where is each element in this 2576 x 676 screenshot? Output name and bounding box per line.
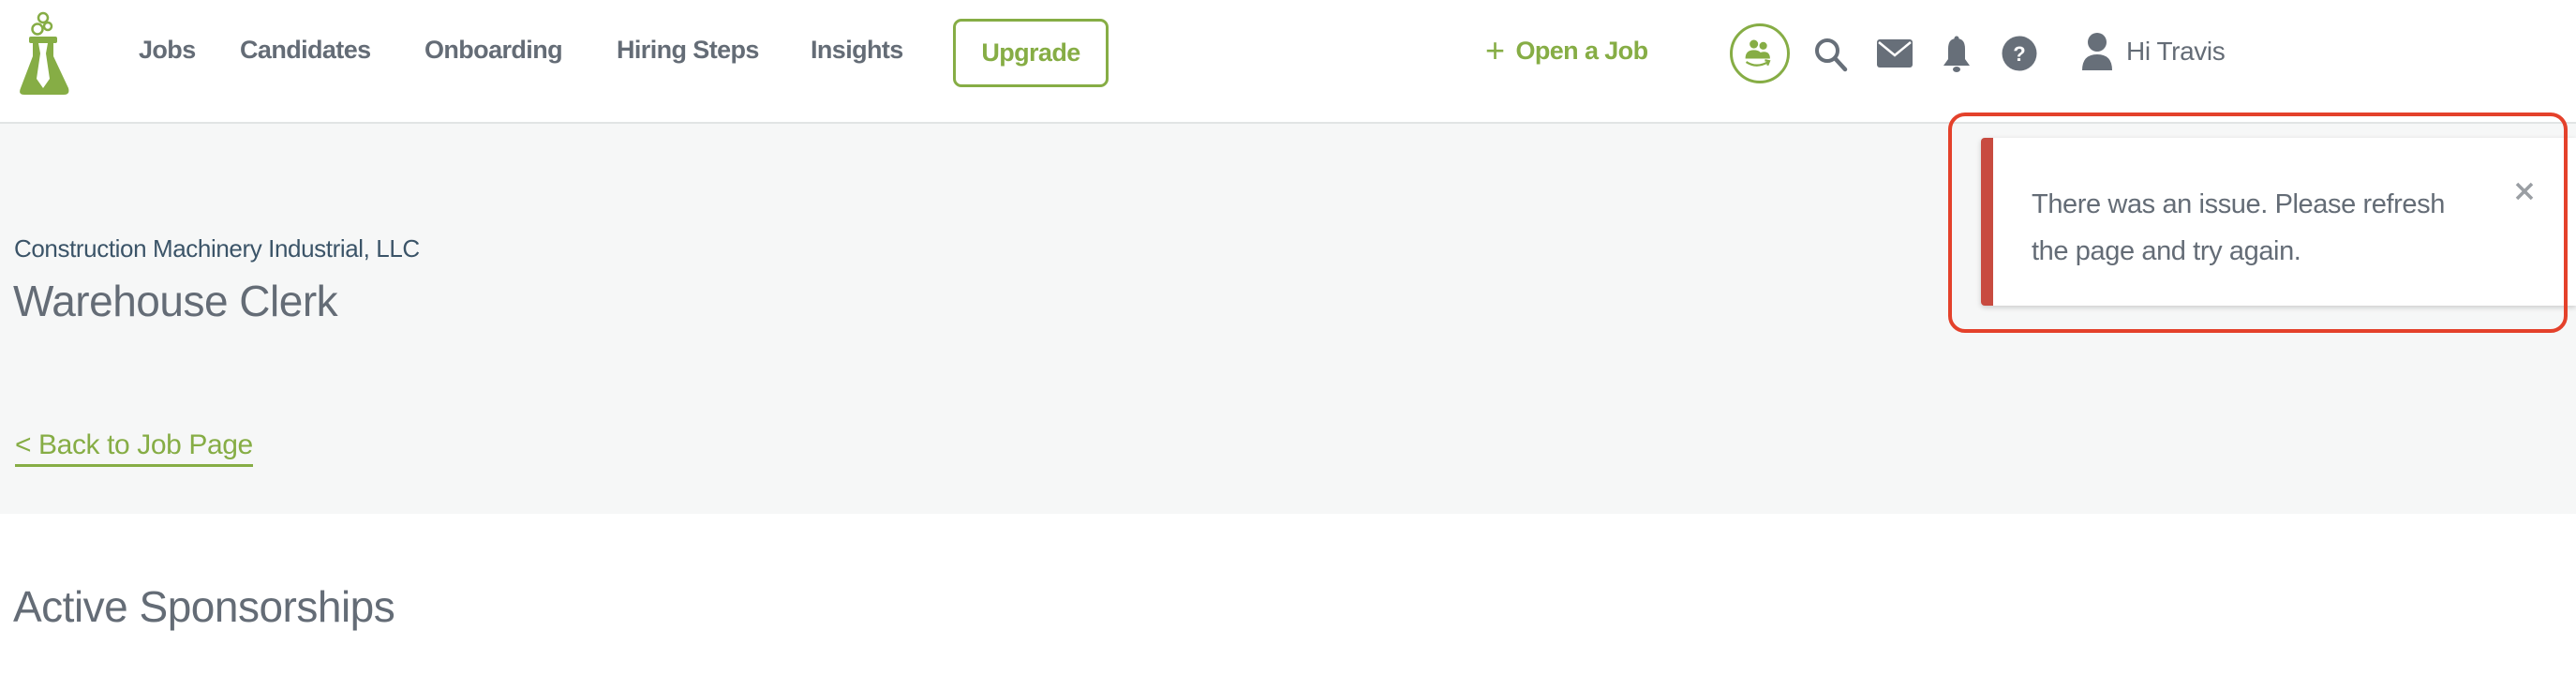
svg-text:?: ? bbox=[2013, 42, 2025, 66]
talent-pool-icon bbox=[1745, 39, 1771, 67]
search-icon[interactable] bbox=[1812, 36, 1850, 73]
active-sponsorships-heading: Active Sponsorships bbox=[13, 582, 395, 631]
nav-hiring-steps[interactable]: Hiring Steps bbox=[617, 36, 759, 65]
toast-close-button[interactable] bbox=[2510, 177, 2539, 205]
user-greeting-text: Hi Travis bbox=[2126, 37, 2226, 66]
bell-icon[interactable] bbox=[1942, 35, 1972, 74]
nav-candidates[interactable]: Candidates bbox=[240, 36, 371, 65]
user-icon bbox=[2082, 33, 2112, 70]
nav-insights[interactable]: Insights bbox=[811, 36, 903, 65]
upgrade-button[interactable]: Upgrade bbox=[953, 19, 1109, 87]
open-job-label: Open a Job bbox=[1515, 36, 1648, 65]
mail-icon[interactable] bbox=[1877, 39, 1913, 68]
talent-pool-button[interactable] bbox=[1730, 23, 1790, 83]
open-job-button[interactable]: + Open a Job bbox=[1485, 31, 1648, 69]
back-to-job-page-link[interactable]: < Back to Job Page bbox=[15, 429, 253, 467]
user-menu[interactable]: Hi Travis bbox=[2081, 31, 2226, 72]
job-title: Warehouse Clerk bbox=[13, 277, 338, 325]
nav-onboarding[interactable]: Onboarding bbox=[424, 36, 563, 65]
toast-message: There was an issue. Please refresh the p… bbox=[2032, 189, 2445, 266]
plus-icon: + bbox=[1485, 31, 1505, 69]
flask-logo-icon[interactable] bbox=[17, 11, 73, 98]
error-toast: There was an issue. Please refresh the p… bbox=[1981, 138, 2576, 306]
top-nav-bar: Jobs Candidates Onboarding Hiring Steps … bbox=[0, 0, 2576, 124]
nav-jobs[interactable]: Jobs bbox=[139, 36, 196, 65]
company-name: Construction Machinery Industrial, LLC bbox=[14, 234, 420, 263]
help-icon[interactable]: ? bbox=[2002, 36, 2037, 71]
close-icon bbox=[2515, 182, 2534, 201]
